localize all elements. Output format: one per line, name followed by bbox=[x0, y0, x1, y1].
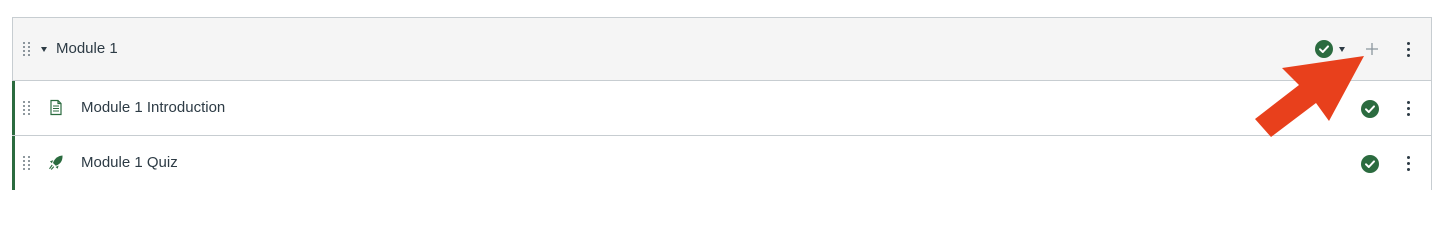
module-item-row: Module 1 Quiz bbox=[12, 136, 1431, 190]
page-document-icon bbox=[50, 99, 62, 116]
quiz-rocket-icon bbox=[49, 155, 63, 170]
publish-menu-caret-icon[interactable] bbox=[1339, 47, 1345, 52]
add-item-button[interactable] bbox=[1363, 40, 1381, 58]
module-options-button[interactable] bbox=[1405, 42, 1413, 58]
module-container: Module 1 Module 1 Introduction Module 1 … bbox=[12, 17, 1432, 190]
collapse-caret-icon[interactable] bbox=[41, 47, 47, 52]
module-title[interactable]: Module 1 bbox=[56, 39, 118, 59]
drag-handle-icon[interactable] bbox=[23, 156, 30, 170]
module-header[interactable]: Module 1 bbox=[13, 18, 1431, 81]
item-title-link[interactable]: Module 1 Introduction bbox=[81, 98, 225, 118]
drag-handle-icon[interactable] bbox=[23, 101, 30, 115]
item-options-button[interactable] bbox=[1405, 156, 1413, 172]
item-title-link[interactable]: Module 1 Quiz bbox=[81, 153, 178, 173]
drag-handle-icon[interactable] bbox=[23, 42, 30, 56]
published-check-icon[interactable] bbox=[1361, 155, 1379, 173]
published-check-icon[interactable] bbox=[1361, 100, 1379, 118]
plus-icon bbox=[1366, 43, 1378, 55]
item-options-button[interactable] bbox=[1405, 101, 1413, 117]
published-check-icon[interactable] bbox=[1315, 40, 1333, 58]
module-item-row: Module 1 Introduction bbox=[12, 81, 1431, 136]
